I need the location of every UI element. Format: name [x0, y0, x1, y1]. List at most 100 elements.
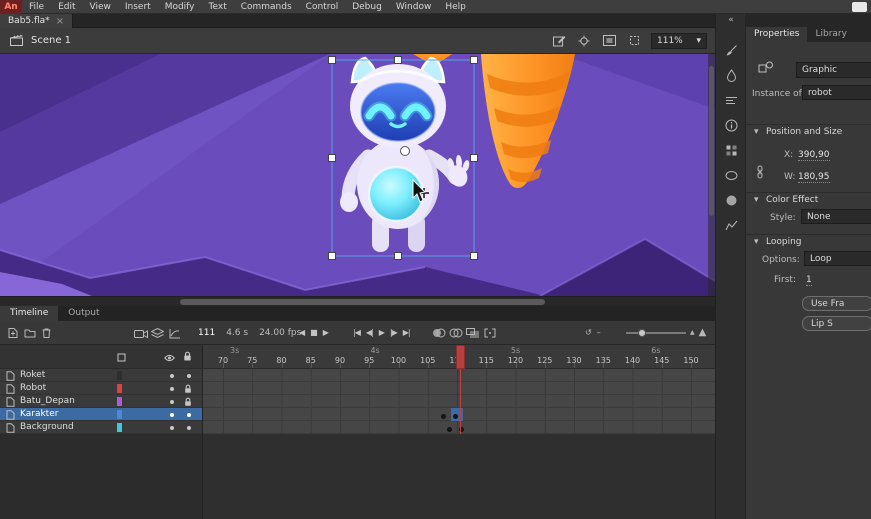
align-panel-icon[interactable]: [716, 90, 746, 110]
lock-icon[interactable]: [183, 351, 192, 365]
keyframe[interactable]: [453, 414, 458, 419]
loop-options-dropdown[interactable]: Loop: [804, 251, 871, 266]
elapsed-time-value[interactable]: 4.6 s: [226, 328, 248, 338]
step-back-button[interactable]: ◀|: [363, 325, 376, 341]
reset-timeline-zoom-button[interactable]: ↺: [582, 325, 594, 341]
step-forward-button[interactable]: |▶: [387, 325, 400, 341]
lip-sync-button[interactable]: Lip S: [802, 316, 871, 331]
stage-vertical-scrollbar[interactable]: [708, 54, 715, 296]
menu-insert[interactable]: Insert: [118, 0, 158, 14]
layer-name[interactable]: Karakter: [20, 409, 58, 419]
layer-row-batu_depan[interactable]: Batu_Depan: [0, 395, 202, 408]
zoom-fit-icon[interactable]: [601, 34, 617, 48]
info-panel-icon[interactable]: [716, 115, 746, 135]
keyframe[interactable]: [447, 427, 452, 432]
tab-output[interactable]: Output: [58, 306, 109, 321]
instance-name-field[interactable]: robot: [802, 85, 871, 100]
menu-file[interactable]: File: [22, 0, 51, 14]
graph-editor-icon[interactable]: [166, 325, 183, 341]
keyframe[interactable]: [441, 414, 446, 419]
section-looping[interactable]: ▾ Looping: [746, 234, 871, 249]
layer-lock-dot[interactable]: [187, 426, 191, 430]
menu-modify[interactable]: Modify: [158, 0, 202, 14]
oval-panel-icon[interactable]: [716, 165, 746, 185]
layer-outline-color-swatch[interactable]: [117, 384, 122, 393]
symbol-behavior-dropdown[interactable]: Graphic: [796, 62, 871, 78]
edit-multiple-frames-icon[interactable]: [464, 325, 481, 341]
outline-color-column-icon[interactable]: [117, 353, 126, 365]
layer-lock-dot[interactable]: [187, 374, 191, 378]
close-icon[interactable]: ×: [56, 16, 64, 27]
modify-markers-icon[interactable]: [481, 325, 498, 341]
layer-row-background[interactable]: Background: [0, 421, 202, 434]
app-badge-icon[interactable]: [852, 2, 867, 12]
layer-name[interactable]: Roket: [20, 370, 45, 380]
scrollbar-thumb[interactable]: [709, 66, 714, 216]
layer-visibility-dot[interactable]: [170, 413, 174, 417]
camera-icon[interactable]: [132, 325, 149, 341]
layer-outline-color-swatch[interactable]: [117, 371, 122, 380]
layer-outline-color-swatch[interactable]: [117, 397, 122, 406]
menu-window[interactable]: Window: [389, 0, 439, 14]
menu-debug[interactable]: Debug: [345, 0, 389, 14]
first-frame-value[interactable]: 1: [806, 275, 812, 286]
use-frame-picker-button[interactable]: Use Fra: [802, 296, 871, 311]
layer-outline-color-swatch[interactable]: [117, 410, 122, 419]
slider-thumb[interactable]: [638, 329, 646, 337]
menu-control[interactable]: Control: [299, 0, 346, 14]
play-button[interactable]: ▶: [376, 325, 387, 341]
menu-text[interactable]: Text: [202, 0, 234, 14]
eye-icon[interactable]: [164, 354, 175, 365]
current-frame-value[interactable]: 111: [198, 328, 215, 338]
style-dropdown[interactable]: None: [801, 209, 871, 224]
collapse-panels-icon[interactable]: «: [716, 15, 746, 25]
x-value[interactable]: 390,90: [798, 150, 830, 161]
advanced-layers-icon[interactable]: [149, 325, 166, 341]
layer-visibility-dot[interactable]: [170, 400, 174, 404]
swatches-panel-icon[interactable]: [716, 140, 746, 160]
history-panel-icon[interactable]: [716, 215, 746, 235]
transform-panel-icon[interactable]: [716, 190, 746, 210]
scene-breadcrumb[interactable]: Scene 1: [31, 35, 71, 46]
w-value[interactable]: 180,95: [798, 172, 830, 183]
go-to-last-frame-button[interactable]: ▶|: [400, 325, 413, 341]
scrollbar-thumb[interactable]: [180, 299, 545, 305]
stage-horizontal-scrollbar[interactable]: [0, 296, 715, 306]
color-panel-icon[interactable]: [716, 65, 746, 85]
stage-canvas[interactable]: [0, 54, 715, 296]
playhead[interactable]: [456, 345, 465, 369]
layer-row-robot[interactable]: Robot: [0, 382, 202, 395]
tab-library[interactable]: Library: [807, 27, 854, 42]
layer-visibility-dot[interactable]: [170, 387, 174, 391]
onion-skin-icon[interactable]: [430, 325, 447, 341]
frame-rate-value[interactable]: 24.00 fps: [259, 328, 301, 338]
menu-view[interactable]: View: [83, 0, 118, 14]
layer-name[interactable]: Batu_Depan: [20, 396, 75, 406]
layer-name[interactable]: Robot: [20, 383, 46, 393]
new-layer-icon[interactable]: [4, 325, 21, 341]
tab-timeline[interactable]: Timeline: [0, 306, 58, 321]
frame-size-small-icon[interactable]: ▲: [690, 325, 695, 341]
edit-symbols-icon[interactable]: [551, 34, 567, 48]
delete-layer-icon[interactable]: [38, 325, 55, 341]
app-logo[interactable]: An: [0, 0, 22, 14]
layer-row-karakter[interactable]: Karakter: [0, 408, 202, 421]
layer-row-roket[interactable]: Roket: [0, 369, 202, 382]
menu-commands[interactable]: Commands: [234, 0, 299, 14]
document-tab[interactable]: Bab5.fla* ×: [0, 14, 73, 28]
layer-lock-dot[interactable]: [187, 413, 191, 417]
brush-panel-icon[interactable]: [716, 40, 746, 60]
menu-edit[interactable]: Edit: [51, 0, 82, 14]
previous-keyframe-button[interactable]: ◀: [296, 325, 307, 341]
menu-help[interactable]: Help: [438, 0, 473, 14]
layer-visibility-dot[interactable]: [170, 426, 174, 430]
go-to-first-frame-button[interactable]: |◀: [350, 325, 363, 341]
zoom-dropdown[interactable]: 111% ▾: [651, 33, 707, 49]
transform-point[interactable]: [401, 147, 410, 156]
layer-outline-color-swatch[interactable]: [117, 423, 122, 432]
stop-button[interactable]: ■: [307, 325, 320, 341]
next-keyframe-button[interactable]: ▶: [320, 325, 331, 341]
layer-visibility-dot[interactable]: [170, 374, 174, 378]
center-stage-icon[interactable]: [576, 34, 592, 48]
timeline-zoom-out-button[interactable]: –: [594, 325, 603, 341]
